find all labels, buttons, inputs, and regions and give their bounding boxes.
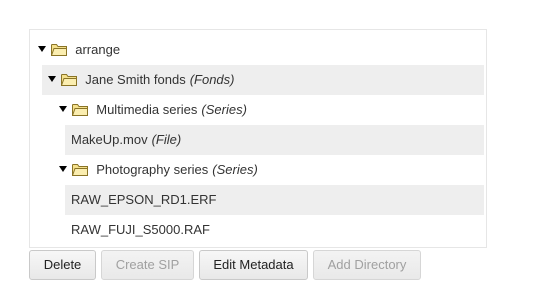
folder-open-icon [50,43,67,56]
caret-down-icon[interactable] [59,106,67,113]
tree-node-label: arrange [75,42,121,57]
tree-node-photography-series[interactable]: Photography series (Series) [59,155,479,185]
tree-node-makeup-mov[interactable]: MakeUp.mov (File) [65,125,484,155]
level-of-description: (Fonds) [189,72,235,87]
level-of-description: (Series) [212,162,258,177]
tree-node-label: Photography series [96,162,209,177]
tree-node-jane-smith-fonds[interactable]: Jane Smith fonds (Fonds) [42,65,484,95]
tree-node-label: RAW_EPSON_RD1.ERF [71,192,217,207]
folder-open-icon [71,103,88,116]
tree-node-label: Jane Smith fonds [85,72,186,87]
tree-node-label: RAW_FUJI_S5000.RAF [71,222,210,237]
arrangement-tree: arrange Jane Smith fonds (Fonds) Multimed… [29,29,487,248]
add-directory-button[interactable]: Add Directory [313,250,421,280]
tree-node-raw-epson-rd1[interactable]: RAW_EPSON_RD1.ERF [65,185,484,215]
tree-node-raw-fuji-s5000[interactable]: RAW_FUJI_S5000.RAF [65,215,484,245]
tree-node-label: MakeUp.mov [71,132,148,147]
folder-open-icon [71,163,88,176]
caret-down-icon[interactable] [59,166,67,173]
edit-metadata-button[interactable]: Edit Metadata [199,250,308,280]
create-sip-button[interactable]: Create SIP [101,250,194,280]
tree-node-label: Multimedia series [96,102,198,117]
tree-node-multimedia-series[interactable]: Multimedia series (Series) [59,95,479,125]
level-of-description: (Series) [201,102,247,117]
level-of-description: (File) [151,132,182,147]
delete-button[interactable]: Delete [29,250,96,280]
caret-down-icon[interactable] [48,76,56,83]
folder-open-icon [60,73,77,86]
tree-node-arrange[interactable]: arrange [38,35,478,65]
caret-down-icon[interactable] [38,46,46,53]
